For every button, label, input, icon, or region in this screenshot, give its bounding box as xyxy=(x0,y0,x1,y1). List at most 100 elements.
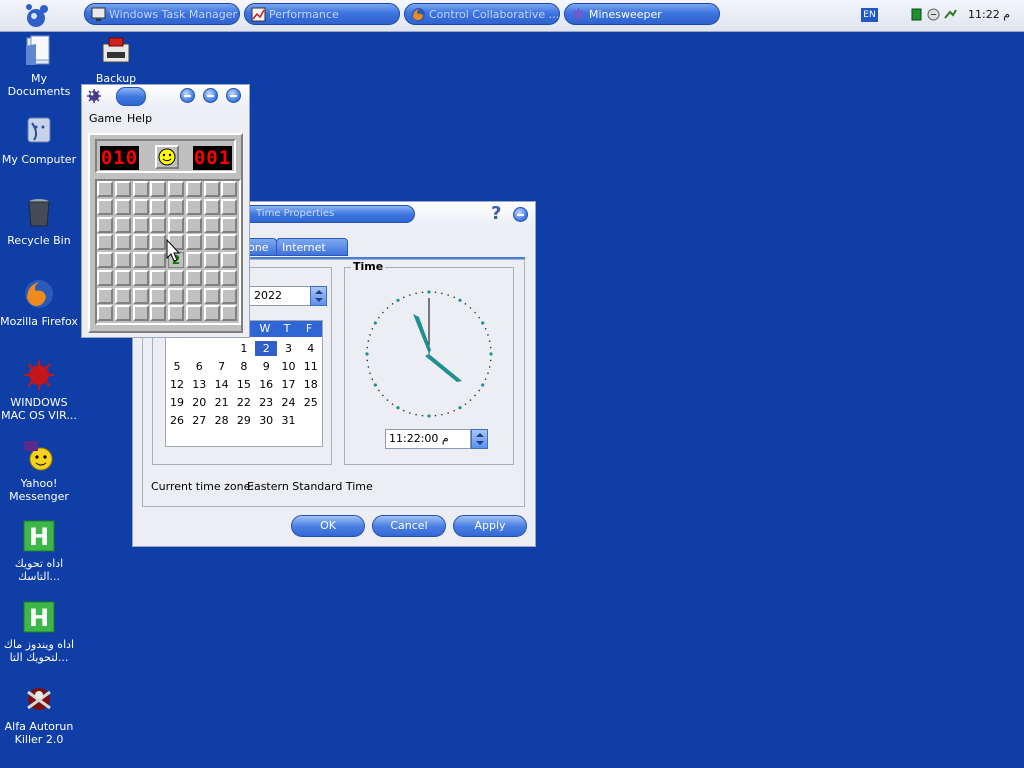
mine-cell[interactable] xyxy=(185,252,202,268)
mine-cell[interactable] xyxy=(168,198,184,215)
mine-cell[interactable] xyxy=(150,252,167,268)
calendar-day[interactable]: 24 xyxy=(278,395,300,410)
mine-cell[interactable] xyxy=(221,287,238,304)
mine-cell[interactable] xyxy=(168,216,184,233)
apply-button[interactable]: Apply xyxy=(453,515,527,537)
calendar-day[interactable]: 14 xyxy=(211,377,233,392)
mine-cell[interactable] xyxy=(203,181,220,197)
mine-cell[interactable] xyxy=(150,305,167,322)
clock[interactable]: 11:22 م xyxy=(968,8,1010,21)
mine-cell[interactable] xyxy=(203,287,220,304)
close-button[interactable] xyxy=(226,88,241,103)
mine-cell[interactable] xyxy=(185,287,202,304)
mine-cell[interactable] xyxy=(221,181,238,197)
mine-cell[interactable] xyxy=(114,269,131,286)
calendar-day[interactable]: 1 xyxy=(233,341,255,356)
mine-cell[interactable] xyxy=(132,181,149,197)
new-game-smiley-button[interactable] xyxy=(155,145,179,169)
mine-cell[interactable] xyxy=(221,269,238,286)
calendar-day[interactable]: 12 xyxy=(166,377,188,392)
cancel-button[interactable]: Cancel xyxy=(372,515,446,537)
title-bar[interactable] xyxy=(82,85,249,109)
calendar-day[interactable]: 25 xyxy=(300,395,322,410)
mine-cell[interactable] xyxy=(221,216,238,233)
calendar-day[interactable]: 26 xyxy=(166,413,188,428)
calendar-day[interactable]: 21 xyxy=(211,395,233,410)
desktop-icon-firefox[interactable]: Mozilla Firefox xyxy=(0,277,79,328)
mine-cell[interactable] xyxy=(168,181,184,197)
desktop-icon-virus[interactable]: WINDOWS MAC OS VIR... xyxy=(0,358,79,422)
desktop-icon-my-documents[interactable]: My Documents xyxy=(0,34,79,98)
mine-cell[interactable] xyxy=(185,216,202,233)
calendar-day[interactable]: 19 xyxy=(166,395,188,410)
ok-button[interactable]: OK xyxy=(291,515,365,537)
mine-cell[interactable] xyxy=(132,252,149,268)
mine-cell[interactable] xyxy=(114,252,131,268)
calendar-day[interactable]: 9 xyxy=(255,359,277,374)
desktop-icon-backup[interactable]: Backup xyxy=(76,34,156,85)
mine-cell[interactable] xyxy=(203,252,220,268)
calendar-day[interactable]: 3 xyxy=(278,341,300,356)
mine-cell[interactable] xyxy=(114,198,131,215)
mine-cell[interactable] xyxy=(97,234,113,251)
mine-cell[interactable] xyxy=(150,198,167,215)
mine-cell[interactable] xyxy=(221,252,238,268)
mine-cell[interactable] xyxy=(114,234,131,251)
mine-cell[interactable] xyxy=(203,216,220,233)
messenger-status-icon[interactable] xyxy=(927,8,940,21)
calendar-day[interactable]: 7 xyxy=(211,359,233,374)
mine-cell[interactable] xyxy=(150,234,167,251)
mine-cell[interactable] xyxy=(185,181,202,197)
calendar-day[interactable]: 15 xyxy=(233,377,255,392)
window-title[interactable] xyxy=(116,87,146,106)
mine-cell[interactable] xyxy=(221,198,238,215)
calendar-day[interactable]: 2 xyxy=(255,341,278,356)
mine-cell[interactable] xyxy=(97,181,113,197)
calendar-day[interactable]: 11 xyxy=(300,359,322,374)
taskbar-task-task-manager[interactable]: Windows Task Manager xyxy=(84,3,240,25)
mine-cell[interactable] xyxy=(185,269,202,286)
maximize-button[interactable] xyxy=(203,88,218,103)
mine-cell[interactable] xyxy=(132,269,149,286)
taskbar-task-performance[interactable]: Performance xyxy=(244,3,400,25)
menu-help[interactable]: Help xyxy=(127,112,152,125)
close-button[interactable] xyxy=(513,207,528,222)
mine-cell[interactable] xyxy=(132,234,149,251)
mine-cell[interactable] xyxy=(203,198,220,215)
desktop-icon-autorun-killer[interactable]: Alfa Autorun Killer 2.0 xyxy=(0,682,79,746)
desktop-icon-h-tool-2[interactable]: H اداه ويندوز ماك لتحويك التا... xyxy=(0,600,79,664)
calendar-day[interactable]: 30 xyxy=(255,413,277,428)
mine-cell[interactable] xyxy=(150,181,167,197)
mine-cell[interactable] xyxy=(150,287,167,304)
calendar-day[interactable]: 8 xyxy=(233,359,255,374)
desktop-icon-h-tool-1[interactable]: H اداه تحويك التاسك... xyxy=(0,519,79,583)
calendar-day[interactable]: 23 xyxy=(255,395,277,410)
help-button[interactable]: ? xyxy=(491,205,501,223)
calendar-day[interactable]: 16 xyxy=(255,377,277,392)
minimize-button[interactable] xyxy=(180,88,195,103)
calendar-day[interactable]: 29 xyxy=(233,413,255,428)
mine-cell[interactable] xyxy=(203,269,220,286)
mine-cell[interactable] xyxy=(132,287,149,304)
mine-cell[interactable] xyxy=(97,287,113,304)
calendar-day[interactable]: 13 xyxy=(188,377,210,392)
mine-cell[interactable] xyxy=(203,305,220,322)
mine-cell[interactable] xyxy=(114,305,131,322)
calendar-day[interactable]: 28 xyxy=(211,413,233,428)
mine-cell[interactable] xyxy=(114,181,131,197)
calendar-day[interactable]: 20 xyxy=(188,395,210,410)
mine-cell[interactable] xyxy=(168,305,184,322)
calendar-day[interactable]: 4 xyxy=(300,341,322,356)
taskbar-task-firefox[interactable]: Control Collaborative ... xyxy=(404,3,560,25)
mine-cell[interactable] xyxy=(203,234,220,251)
year-spinner[interactable] xyxy=(310,286,327,306)
mine-cell[interactable] xyxy=(132,305,149,322)
time-field[interactable]: 11:22:00 م xyxy=(385,429,471,449)
mine-cell[interactable] xyxy=(114,216,131,233)
calendar-day[interactable]: 10 xyxy=(278,359,300,374)
safely-remove-icon[interactable] xyxy=(944,8,957,21)
calendar-day[interactable]: 17 xyxy=(278,377,300,392)
menu-game[interactable]: Game xyxy=(89,112,122,125)
mine-cell[interactable] xyxy=(132,198,149,215)
calendar-day[interactable]: 27 xyxy=(188,413,210,428)
